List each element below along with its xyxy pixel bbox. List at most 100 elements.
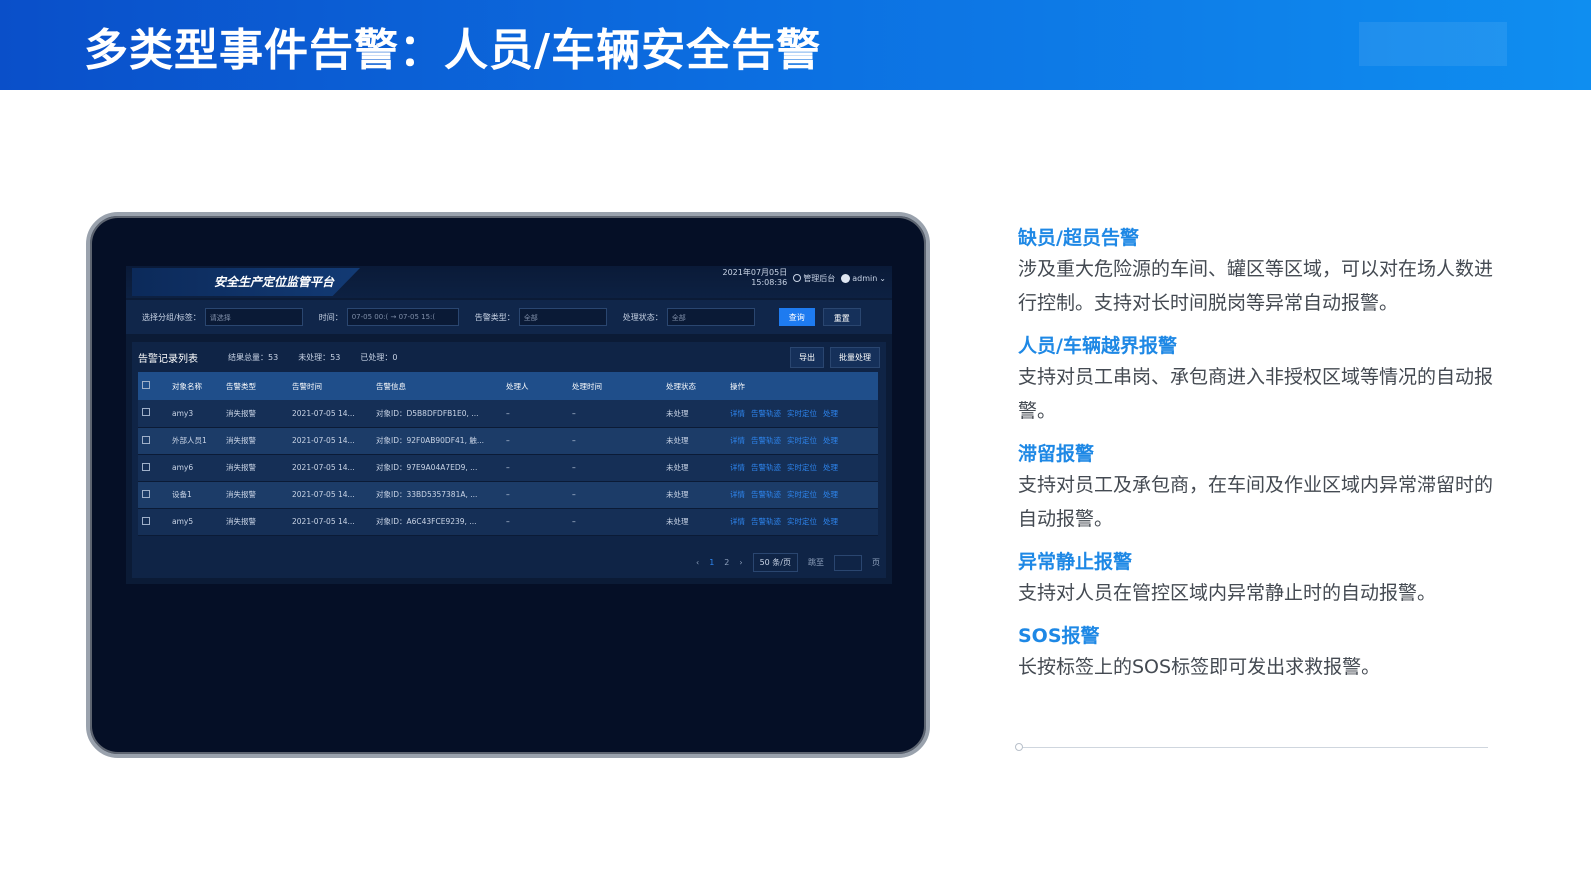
- col-header: 处理状态: [662, 372, 726, 400]
- op-link[interactable]: 处理: [823, 409, 838, 418]
- row-checkbox[interactable]: [142, 462, 150, 471]
- row-select-cell: [138, 508, 168, 536]
- row-checkbox[interactable]: [142, 435, 150, 444]
- row-checkbox[interactable]: [142, 489, 150, 498]
- cell-info: 对象ID：33BD5357381A, ...: [372, 481, 502, 509]
- cell-info: 对象ID：92F0AB90DF41, 触...: [372, 427, 502, 455]
- feature-desc: 涉及重大危险源的车间、罐区等区域，可以对在场人数进行控制。支持对长时间脱岗等异常…: [1018, 258, 1494, 314]
- op-link[interactable]: 详情: [730, 436, 745, 445]
- cell-info: 对象ID：A6C43FCE9239, ...: [372, 508, 502, 536]
- reset-button[interactable]: 重置: [822, 308, 861, 326]
- table-row[interactable]: 设备1 消失报警 2021-07-05 14... 对象ID：33BD5357381A…: [138, 481, 878, 509]
- cell-ops: 详情 告警轨迹 实时定位 处理: [726, 427, 878, 455]
- panel-header: 告警记录列表 结果总量：53 未处理：53 已处理：0 导出 批量处理: [132, 342, 886, 372]
- table-body: amy3 消失报警 2021-07-05 14... 对象ID：D5B8DFDFB1E…: [138, 400, 878, 536]
- op-link[interactable]: 处理: [823, 517, 838, 526]
- divider-line: [1018, 747, 1488, 748]
- type-select[interactable]: 全部: [518, 308, 607, 326]
- pagination: ‹ 1 2 › 50 条/页 跳至 页: [696, 553, 880, 572]
- cell-time: 2021-07-05 14...: [288, 481, 372, 509]
- op-link[interactable]: 告警轨迹: [751, 409, 781, 418]
- row-select-cell: [138, 427, 168, 455]
- query-button[interactable]: 查询: [778, 308, 815, 326]
- op-link[interactable]: 详情: [730, 409, 745, 418]
- row-checkbox[interactable]: [142, 516, 150, 525]
- next-page-button[interactable]: ›: [739, 558, 742, 567]
- col-header: 告警类型: [222, 372, 288, 400]
- banner-decoration: [1359, 22, 1507, 66]
- table-header: 对象名称 告警类型 告警时间 告警信息 处理人 处理时间 处理状态 操作: [138, 372, 878, 400]
- cell-name: 设备1: [168, 481, 222, 509]
- cell-handler: –: [502, 508, 568, 536]
- cell-handled-time: –: [568, 400, 662, 428]
- table-row[interactable]: amy3 消失报警 2021-07-05 14... 对象ID：D5B8DFDFB1E…: [138, 400, 878, 428]
- cell-handled-time: –: [568, 427, 662, 455]
- page-title: 多类型事件告警：人员/车辆安全告警: [84, 25, 822, 76]
- page-2[interactable]: 2: [724, 558, 729, 567]
- table-row[interactable]: amy6 消失报警 2021-07-05 14... 对象ID：97E9A04A7ED…: [138, 454, 878, 482]
- op-link[interactable]: 实时定位: [787, 517, 817, 526]
- feature-title: 异常静止报警: [1018, 551, 1133, 573]
- row-checkbox[interactable]: [142, 408, 150, 417]
- group-select[interactable]: 请选择: [204, 308, 303, 326]
- feature-item: 缺员/超员告警 涉及重大危险源的车间、罐区等区域，可以对在场人数进行控制。支持对…: [1018, 224, 1498, 320]
- panel-actions: 导出 批量处理: [790, 346, 880, 368]
- select-all-checkbox[interactable]: [142, 381, 150, 389]
- col-header: 处理人: [502, 372, 568, 400]
- status-select[interactable]: 全部: [666, 308, 755, 326]
- export-button[interactable]: 导出: [790, 346, 824, 368]
- op-link[interactable]: 详情: [730, 517, 745, 526]
- op-link[interactable]: 处理: [823, 490, 838, 499]
- cell-ops: 详情 告警轨迹 实时定位 处理: [726, 454, 878, 482]
- cell-ops: 详情 告警轨迹 实时定位 处理: [726, 481, 878, 509]
- filter-bar: 选择分组/标签： 请选择 时间： 07-05 00:( → 07-05 15:(…: [126, 300, 892, 334]
- cell-ops: 详情 告警轨迹 实时定位 处理: [726, 508, 878, 536]
- jump-input[interactable]: [834, 554, 862, 571]
- row-select-cell: [138, 481, 168, 509]
- op-link[interactable]: 告警轨迹: [751, 463, 781, 472]
- op-link[interactable]: 详情: [730, 463, 745, 472]
- op-link[interactable]: 实时定位: [787, 436, 817, 445]
- op-link[interactable]: 实时定位: [787, 490, 817, 499]
- prev-page-button[interactable]: ‹: [696, 558, 699, 567]
- feature-desc: 支持对人员在管控区域内异常静止时的自动报警。: [1018, 582, 1437, 604]
- app-screen: 安全生产定位监管平台 2021年07月05日 15:08:36 管理后台 adm…: [126, 266, 892, 584]
- op-link[interactable]: 告警轨迹: [751, 517, 781, 526]
- batch-process-button[interactable]: 批量处理: [830, 346, 880, 368]
- table-row[interactable]: amy5 消失报警 2021-07-05 14... 对象ID：A6C43FCE923…: [138, 508, 878, 536]
- op-link[interactable]: 告警轨迹: [751, 490, 781, 499]
- cell-handler: –: [502, 481, 568, 509]
- user-name: admin: [852, 273, 878, 283]
- row-select-cell: [138, 400, 168, 428]
- header-datetime: 2021年07月05日 15:08:36: [723, 268, 788, 288]
- op-link[interactable]: 实时定位: [787, 409, 817, 418]
- feature-desc: 长按标签上的SOS标签即可发出求救报警。: [1018, 656, 1381, 678]
- cell-status: 未处理: [662, 400, 726, 428]
- user-menu[interactable]: admin ⌄: [841, 273, 886, 283]
- select-all-cell: [138, 372, 168, 400]
- cell-type: 消失报警: [222, 481, 288, 509]
- page-size-select[interactable]: 50 条/页: [752, 553, 798, 572]
- page-1[interactable]: 1: [709, 558, 714, 567]
- cell-time: 2021-07-05 14...: [288, 427, 372, 455]
- cell-type: 消失报警: [222, 427, 288, 455]
- alarm-panel: 告警记录列表 结果总量：53 未处理：53 已处理：0 导出 批量处理 对象名称: [132, 342, 886, 578]
- status-label: 处理状态：: [622, 312, 663, 322]
- cell-status: 未处理: [662, 427, 726, 455]
- table-row[interactable]: 外部人员1 消失报警 2021-07-05 14... 对象ID：92F0AB90DF…: [138, 427, 878, 455]
- op-link[interactable]: 实时定位: [787, 463, 817, 472]
- cell-status: 未处理: [662, 481, 726, 509]
- op-link[interactable]: 告警轨迹: [751, 436, 781, 445]
- op-link[interactable]: 详情: [730, 490, 745, 499]
- cell-handler: –: [502, 427, 568, 455]
- op-link[interactable]: 处理: [823, 463, 838, 472]
- cell-ops: 详情 告警轨迹 实时定位 处理: [726, 400, 878, 428]
- op-link[interactable]: 处理: [823, 436, 838, 445]
- header-time: 15:08:36: [751, 278, 788, 287]
- feature-list: 缺员/超员告警 涉及重大危险源的车间、罐区等区域，可以对在场人数进行控制。支持对…: [1018, 224, 1498, 696]
- jump-label: 跳至: [808, 558, 824, 567]
- admin-link[interactable]: 管理后台: [793, 273, 835, 284]
- cell-status: 未处理: [662, 508, 726, 536]
- time-range-input[interactable]: 07-05 00:( → 07-05 15:(: [346, 308, 459, 326]
- title-banner: 多类型事件告警：人员/车辆安全告警: [0, 0, 1591, 90]
